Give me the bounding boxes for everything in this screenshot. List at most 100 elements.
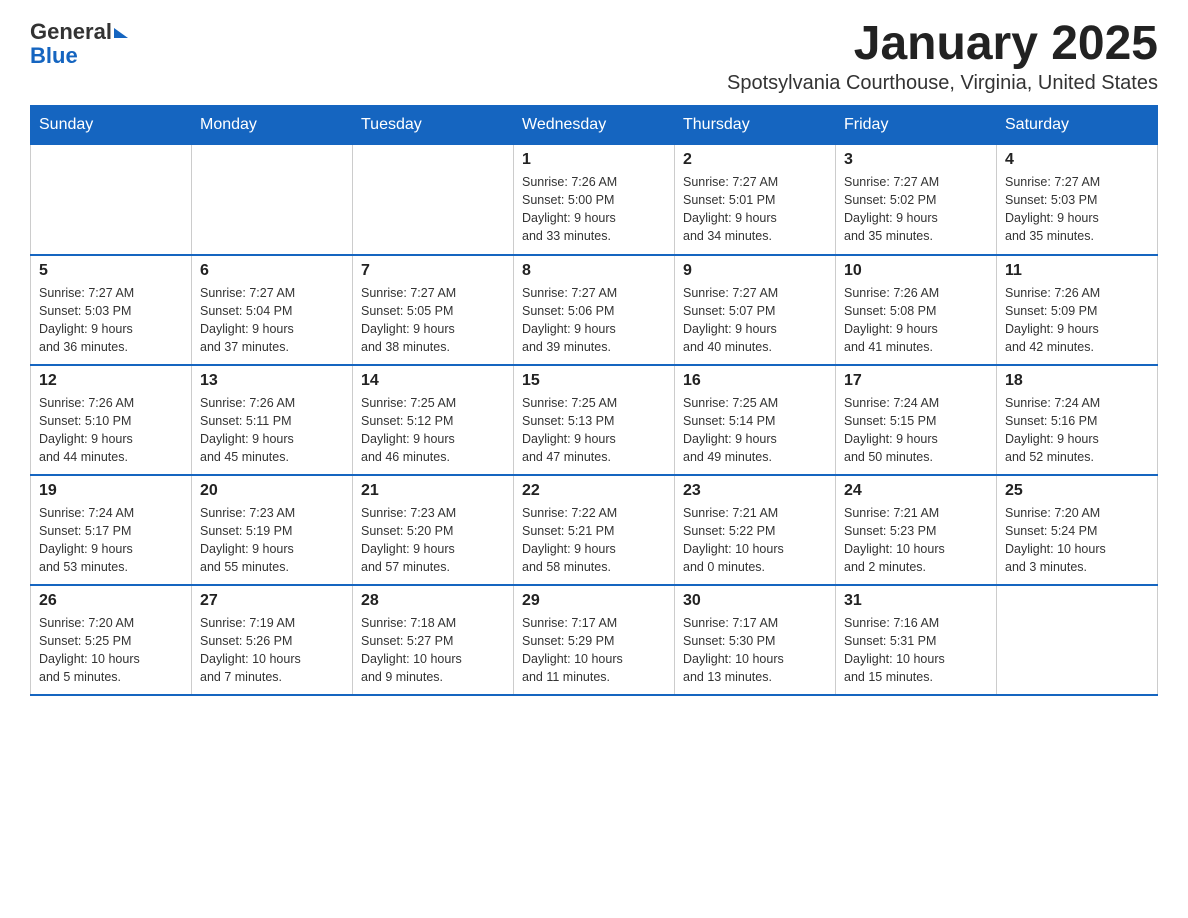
- col-friday: Friday: [836, 106, 997, 145]
- day-number: 20: [200, 482, 344, 500]
- day-info: Sunrise: 7:25 AM Sunset: 5:12 PM Dayligh…: [361, 394, 505, 467]
- table-row: 28 Sunrise: 7:18 AM Sunset: 5:27 PM Dayli…: [353, 585, 514, 695]
- table-row: 12 Sunrise: 7:26 AM Sunset: 5:10 PM Dayli…: [31, 365, 192, 475]
- day-number: 5: [39, 262, 183, 280]
- day-info: Sunrise: 7:24 AM Sunset: 5:15 PM Dayligh…: [844, 394, 988, 467]
- day-info: Sunrise: 7:20 AM Sunset: 5:24 PM Dayligh…: [1005, 504, 1149, 577]
- day-number: 15: [522, 372, 666, 390]
- day-info: Sunrise: 7:17 AM Sunset: 5:29 PM Dayligh…: [522, 614, 666, 687]
- day-number: 16: [683, 372, 827, 390]
- day-info: Sunrise: 7:23 AM Sunset: 5:19 PM Dayligh…: [200, 504, 344, 577]
- day-info: Sunrise: 7:27 AM Sunset: 5:07 PM Dayligh…: [683, 284, 827, 357]
- day-number: 8: [522, 262, 666, 280]
- day-number: 24: [844, 482, 988, 500]
- day-number: 4: [1005, 151, 1149, 169]
- table-row: 11Sunrise: 7:26 AM Sunset: 5:09 PM Dayli…: [997, 255, 1158, 365]
- day-number: 3: [844, 151, 988, 169]
- day-number: 6: [200, 262, 344, 280]
- table-row: 21 Sunrise: 7:23 AM Sunset: 5:20 PM Dayli…: [353, 475, 514, 585]
- day-info: Sunrise: 7:26 AM Sunset: 5:00 PM Dayligh…: [522, 173, 666, 246]
- day-number: 30: [683, 592, 827, 610]
- day-number: 7: [361, 262, 505, 280]
- day-number: 26: [39, 592, 183, 610]
- day-info: Sunrise: 7:24 AM Sunset: 5:17 PM Dayligh…: [39, 504, 183, 577]
- table-row: 18 Sunrise: 7:24 AM Sunset: 5:16 PM Dayli…: [997, 365, 1158, 475]
- day-number: 27: [200, 592, 344, 610]
- table-row: 31 Sunrise: 7:16 AM Sunset: 5:31 PM Dayli…: [836, 585, 997, 695]
- table-row: 5 Sunrise: 7:27 AM Sunset: 5:03 PM Daylig…: [31, 255, 192, 365]
- calendar-week-row: 5 Sunrise: 7:27 AM Sunset: 5:03 PM Daylig…: [31, 255, 1158, 365]
- calendar-header-row: Sunday Monday Tuesday Wednesday Thursday…: [31, 106, 1158, 145]
- day-info: Sunrise: 7:26 AM Sunset: 5:09 PM Dayligh…: [1005, 284, 1149, 357]
- day-number: 31: [844, 592, 988, 610]
- table-row: 24Sunrise: 7:21 AM Sunset: 5:23 PM Dayli…: [836, 475, 997, 585]
- table-row: [353, 145, 514, 255]
- table-row: 27Sunrise: 7:19 AM Sunset: 5:26 PM Dayli…: [192, 585, 353, 695]
- day-info: Sunrise: 7:26 AM Sunset: 5:11 PM Dayligh…: [200, 394, 344, 467]
- day-number: 29: [522, 592, 666, 610]
- col-sunday: Sunday: [31, 106, 192, 145]
- page-header: General Blue January 2025 Spotsylvania C…: [30, 20, 1158, 95]
- table-row: 6Sunrise: 7:27 AM Sunset: 5:04 PM Daylig…: [192, 255, 353, 365]
- logo-line2: Blue: [30, 44, 126, 68]
- day-number: 13: [200, 372, 344, 390]
- table-row: 17 Sunrise: 7:24 AM Sunset: 5:15 PM Dayli…: [836, 365, 997, 475]
- day-info: Sunrise: 7:26 AM Sunset: 5:10 PM Dayligh…: [39, 394, 183, 467]
- col-thursday: Thursday: [675, 106, 836, 145]
- calendar-table: Sunday Monday Tuesday Wednesday Thursday…: [30, 105, 1158, 696]
- calendar-week-row: 26Sunrise: 7:20 AM Sunset: 5:25 PM Dayli…: [31, 585, 1158, 695]
- day-number: 25: [1005, 482, 1149, 500]
- table-row: 13 Sunrise: 7:26 AM Sunset: 5:11 PM Dayli…: [192, 365, 353, 475]
- table-row: 25 Sunrise: 7:20 AM Sunset: 5:24 PM Dayli…: [997, 475, 1158, 585]
- table-row: 3 Sunrise: 7:27 AM Sunset: 5:02 PM Daylig…: [836, 145, 997, 255]
- table-row: 30 Sunrise: 7:17 AM Sunset: 5:30 PM Dayli…: [675, 585, 836, 695]
- table-row: 29 Sunrise: 7:17 AM Sunset: 5:29 PM Dayli…: [514, 585, 675, 695]
- day-info: Sunrise: 7:22 AM Sunset: 5:21 PM Dayligh…: [522, 504, 666, 577]
- table-row: 20 Sunrise: 7:23 AM Sunset: 5:19 PM Dayli…: [192, 475, 353, 585]
- table-row: 22Sunrise: 7:22 AM Sunset: 5:21 PM Dayli…: [514, 475, 675, 585]
- calendar-week-row: 19 Sunrise: 7:24 AM Sunset: 5:17 PM Dayli…: [31, 475, 1158, 585]
- day-info: Sunrise: 7:24 AM Sunset: 5:16 PM Dayligh…: [1005, 394, 1149, 467]
- table-row: 26Sunrise: 7:20 AM Sunset: 5:25 PM Dayli…: [31, 585, 192, 695]
- day-info: Sunrise: 7:23 AM Sunset: 5:20 PM Dayligh…: [361, 504, 505, 577]
- table-row: 7 Sunrise: 7:27 AM Sunset: 5:05 PM Daylig…: [353, 255, 514, 365]
- table-row: 16 Sunrise: 7:25 AM Sunset: 5:14 PM Dayli…: [675, 365, 836, 475]
- calendar-week-row: 12 Sunrise: 7:26 AM Sunset: 5:10 PM Dayli…: [31, 365, 1158, 475]
- calendar-week-row: 1Sunrise: 7:26 AM Sunset: 5:00 PM Daylig…: [31, 145, 1158, 255]
- col-wednesday: Wednesday: [514, 106, 675, 145]
- table-row: 2Sunrise: 7:27 AM Sunset: 5:01 PM Daylig…: [675, 145, 836, 255]
- day-number: 12: [39, 372, 183, 390]
- day-info: Sunrise: 7:17 AM Sunset: 5:30 PM Dayligh…: [683, 614, 827, 687]
- table-row: 19 Sunrise: 7:24 AM Sunset: 5:17 PM Dayli…: [31, 475, 192, 585]
- day-info: Sunrise: 7:25 AM Sunset: 5:14 PM Dayligh…: [683, 394, 827, 467]
- table-row: [31, 145, 192, 255]
- day-info: Sunrise: 7:27 AM Sunset: 5:02 PM Dayligh…: [844, 173, 988, 246]
- day-info: Sunrise: 7:25 AM Sunset: 5:13 PM Dayligh…: [522, 394, 666, 467]
- table-row: [192, 145, 353, 255]
- logo-triangle-icon: [114, 28, 128, 38]
- day-info: Sunrise: 7:16 AM Sunset: 5:31 PM Dayligh…: [844, 614, 988, 687]
- calendar-subtitle: Spotsylvania Courthouse, Virginia, Unite…: [727, 72, 1158, 95]
- day-info: Sunrise: 7:18 AM Sunset: 5:27 PM Dayligh…: [361, 614, 505, 687]
- day-number: 21: [361, 482, 505, 500]
- table-row: [997, 585, 1158, 695]
- day-info: Sunrise: 7:27 AM Sunset: 5:06 PM Dayligh…: [522, 284, 666, 357]
- table-row: 14Sunrise: 7:25 AM Sunset: 5:12 PM Dayli…: [353, 365, 514, 475]
- day-number: 18: [1005, 372, 1149, 390]
- table-row: 4 Sunrise: 7:27 AM Sunset: 5:03 PM Daylig…: [997, 145, 1158, 255]
- day-info: Sunrise: 7:27 AM Sunset: 5:03 PM Dayligh…: [39, 284, 183, 357]
- day-info: Sunrise: 7:21 AM Sunset: 5:22 PM Dayligh…: [683, 504, 827, 577]
- logo: General Blue: [30, 20, 126, 68]
- day-number: 28: [361, 592, 505, 610]
- day-info: Sunrise: 7:26 AM Sunset: 5:08 PM Dayligh…: [844, 284, 988, 357]
- col-saturday: Saturday: [997, 106, 1158, 145]
- logo-line1: General: [30, 20, 126, 44]
- day-number: 10: [844, 262, 988, 280]
- day-number: 17: [844, 372, 988, 390]
- day-info: Sunrise: 7:27 AM Sunset: 5:03 PM Dayligh…: [1005, 173, 1149, 246]
- day-number: 19: [39, 482, 183, 500]
- day-number: 2: [683, 151, 827, 169]
- calendar-title: January 2025: [727, 20, 1158, 68]
- day-number: 23: [683, 482, 827, 500]
- day-info: Sunrise: 7:27 AM Sunset: 5:05 PM Dayligh…: [361, 284, 505, 357]
